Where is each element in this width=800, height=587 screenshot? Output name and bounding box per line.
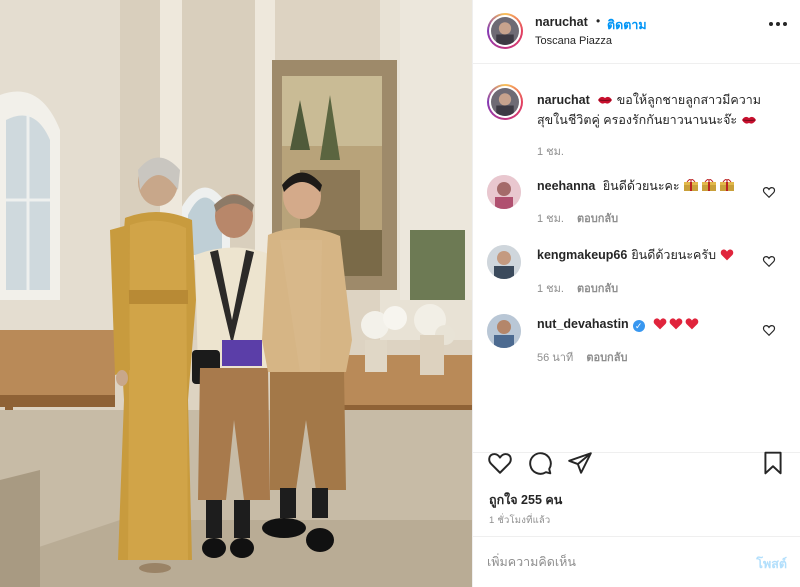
author-avatar[interactable] bbox=[487, 13, 523, 49]
heart-icon[interactable] bbox=[487, 450, 513, 476]
like-count[interactable]: ถูกใจ 255 คน bbox=[489, 490, 562, 510]
dot bbox=[776, 22, 780, 26]
caption-line-2: สุขในชีวิตคู่ ครองรักกันยาวนานนะจ๊ะ bbox=[537, 113, 738, 127]
commenter-avatar[interactable] bbox=[487, 314, 521, 348]
post-location[interactable]: Toscana Piazza bbox=[535, 35, 612, 47]
red-lips-icon bbox=[741, 116, 756, 124]
post-sidebar: naruchat • ติดตาม Toscana Piazza narucha… bbox=[472, 0, 800, 587]
commenter-avatar[interactable] bbox=[487, 245, 521, 279]
post-header: naruchat • ติดตาม Toscana Piazza bbox=[473, 0, 800, 64]
heart-outline-icon bbox=[762, 256, 776, 268]
comment-body: ยินดีด้วยนะคะ bbox=[602, 179, 680, 193]
commenter-avatar[interactable] bbox=[487, 175, 521, 209]
bookmark-icon[interactable] bbox=[760, 450, 786, 476]
heart-outline-icon bbox=[762, 325, 776, 337]
comment-username[interactable]: kengmakeup66 bbox=[537, 248, 627, 262]
avatar-photo-icon bbox=[487, 175, 521, 209]
avatar-photo-icon bbox=[487, 314, 521, 348]
like-comment-heart-icon[interactable] bbox=[762, 185, 776, 199]
comment-username[interactable]: neehanna bbox=[537, 179, 595, 193]
follow-button[interactable]: ติดตาม bbox=[607, 15, 647, 35]
avatar-photo-icon bbox=[491, 17, 519, 45]
caption-timestamp: 1 ชม. bbox=[537, 146, 564, 158]
comment-composer: โพสต์ bbox=[473, 536, 800, 587]
wedding-photo-illustration bbox=[0, 0, 472, 587]
comment-username[interactable]: nut_devahastin bbox=[537, 317, 629, 331]
reply-button[interactable]: ตอบกลับ bbox=[577, 213, 618, 225]
comment-text: nut_devahastin ✓ bbox=[537, 314, 773, 334]
dot bbox=[783, 22, 787, 26]
comment-body: ยินดีด้วยนะครับ bbox=[631, 248, 717, 262]
comment-text: kengmakeup66 ยินดีด้วยนะครับ bbox=[537, 245, 773, 265]
comment-input[interactable] bbox=[487, 552, 727, 572]
comment-meta: 56 นาที ตอบกลับ bbox=[537, 348, 627, 366]
caption-time: 1 ชม. bbox=[537, 142, 564, 160]
separator-dot: • bbox=[596, 14, 601, 28]
caption-text: naruchat ขอให้ลูกชายลูกสาวมีความ สุขในชี… bbox=[537, 90, 773, 130]
author-username[interactable]: naruchat bbox=[535, 15, 588, 29]
reply-button[interactable]: ตอบกลับ bbox=[577, 283, 618, 295]
comment-time: 1 ชม. bbox=[537, 213, 564, 225]
more-horizontal-icon[interactable] bbox=[769, 22, 787, 28]
reply-button[interactable]: ตอบกลับ bbox=[586, 352, 627, 364]
verified-badge-icon: ✓ bbox=[632, 320, 645, 332]
caption-username[interactable]: naruchat bbox=[537, 93, 590, 107]
heart-icon-glyph bbox=[488, 453, 512, 474]
post-photo[interactable] bbox=[0, 0, 472, 587]
dot bbox=[769, 22, 773, 26]
comment-time: 56 นาที bbox=[537, 352, 574, 364]
comment-meta: 1 ชม. ตอบกลับ bbox=[537, 209, 618, 227]
comment-icon-glyph bbox=[529, 452, 552, 475]
comment-icon[interactable] bbox=[527, 450, 553, 476]
bookmark-icon-glyph bbox=[764, 451, 782, 475]
caption-author-avatar[interactable] bbox=[487, 84, 523, 120]
gift-emoji-icon bbox=[684, 179, 735, 191]
share-icon[interactable] bbox=[567, 450, 593, 476]
comment-time: 1 ชม. bbox=[537, 283, 564, 295]
post-comment-button[interactable]: โพสต์ bbox=[756, 554, 787, 574]
avatar-photo-icon bbox=[491, 88, 519, 116]
comment-meta: 1 ชม. ตอบกลับ bbox=[537, 279, 618, 297]
like-comment-heart-icon[interactable] bbox=[762, 254, 776, 268]
comment-text: neehanna ยินดีด้วยนะคะ bbox=[537, 176, 773, 196]
red-hearts-emoji-icon bbox=[653, 318, 698, 330]
post-time-ago[interactable]: 1 ชั่วโมงที่แล้ว bbox=[489, 513, 550, 528]
red-heart-emoji-icon bbox=[720, 249, 733, 261]
caption-line-1: ขอให้ลูกชายลูกสาวมีความ bbox=[616, 93, 761, 107]
share-icon-glyph bbox=[568, 452, 592, 474]
heart-outline-icon bbox=[762, 187, 776, 199]
instagram-post-view: naruchat • ติดตาม Toscana Piazza narucha… bbox=[0, 0, 800, 587]
red-lips-icon bbox=[598, 96, 613, 104]
like-comment-heart-icon[interactable] bbox=[762, 323, 776, 337]
avatar-photo-icon bbox=[487, 245, 521, 279]
